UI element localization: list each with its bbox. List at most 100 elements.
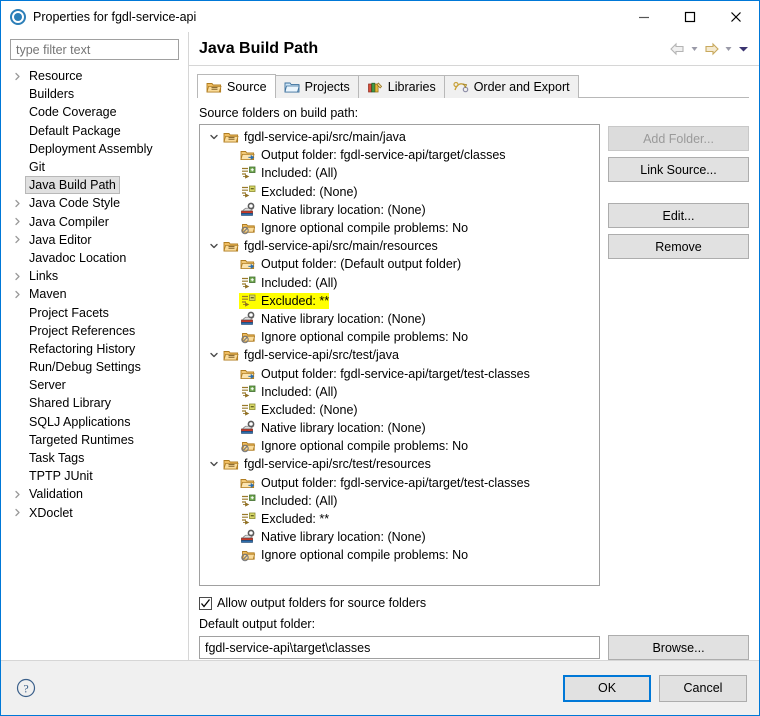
chevron-right-icon[interactable] [9,217,25,226]
source-attribute-row[interactable]: Native library location: (None) [200,528,599,546]
sidebar-item-java-code-style[interactable]: Java Code Style [1,194,188,212]
source-action-buttons: Add Folder... Link Source... Edit... Remove [608,124,749,586]
source-attribute-row[interactable]: Output folder: fgdl-service-api/target/t… [200,474,599,492]
ignore-problems-icon [239,547,257,563]
sidebar-item-server[interactable]: Server [1,376,188,394]
settings-nav-tree[interactable]: Resource Builders Code Coverage Default Pac… [1,64,188,660]
filter-input[interactable] [10,39,179,60]
source-attribute-row[interactable]: Output folder: fgdl-service-api/target/t… [200,364,599,382]
edit-button[interactable]: Edit... [608,203,749,228]
source-attribute-row[interactable]: Native library location: (None) [200,419,599,437]
source-attribute-row[interactable]: Included: (All) [200,164,599,182]
help-question-icon[interactable]: ? [16,678,36,698]
browse-button[interactable]: Browse... [608,635,749,660]
sidebar-item-task-tags[interactable]: Task Tags [1,449,188,467]
source-attribute-row[interactable]: Included: (All) [200,492,599,510]
chevron-down-icon[interactable] [205,459,222,469]
source-attribute-row[interactable]: Ignore optional compile problems: No [200,328,599,346]
row-content: Excluded: (None) [239,184,358,200]
sidebar-item-javadoc-location[interactable]: Javadoc Location [1,249,188,267]
allow-output-folders-checkbox[interactable] [199,596,212,610]
back-arrow-icon[interactable] [668,42,687,56]
minimize-button[interactable] [621,1,667,32]
chevron-right-icon[interactable] [9,235,25,244]
source-attribute-row[interactable]: Ignore optional compile problems: No [200,219,599,237]
ok-button[interactable]: OK [563,674,651,702]
source-attribute-row[interactable]: Excluded: (None) [200,183,599,201]
source-attribute-row[interactable]: Excluded: (None) [200,401,599,419]
default-output-folder-input[interactable] [199,636,600,659]
sidebar-item-deployment-assembly[interactable]: Deployment Assembly [1,140,188,158]
source-attribute-row[interactable]: Ignore optional compile problems: No [200,437,599,455]
sidebar-item-xdoclet[interactable]: XDoclet [1,504,188,522]
chevron-down-icon[interactable] [205,350,222,360]
chevron-right-icon[interactable] [9,272,25,281]
ignore-problems-icon [239,329,257,345]
row-content: Output folder: fgdl-service-api/target/t… [239,366,530,382]
sidebar-item-refactoring-history[interactable]: Refactoring History [1,340,188,358]
source-attribute-row[interactable]: Ignore optional compile problems: No [200,546,599,564]
chevron-right-icon[interactable] [9,490,25,499]
page-menu-chevron-down-filled-icon[interactable] [736,43,751,54]
sidebar-item-java-build-path[interactable]: Java Build Path [1,176,188,195]
sidebar-item-shared-library[interactable]: Shared Library [1,394,188,412]
close-button[interactable] [713,1,759,32]
source-attribute-row[interactable]: Excluded: ** [200,510,599,528]
allow-output-folders-row[interactable]: Allow output folders for source folders [199,593,749,613]
excluded-filter-icon [239,184,257,200]
source-attribute-row[interactable]: Native library location: (None) [200,310,599,328]
sidebar-item-code-coverage[interactable]: Code Coverage [1,103,188,121]
sidebar-item-tptp-junit[interactable]: TPTP JUnit [1,467,188,485]
chevron-down-icon[interactable] [205,241,222,251]
sidebar-item-targeted-runtimes[interactable]: Targeted Runtimes [1,431,188,449]
native-library-icon [239,311,257,327]
source-folders-tree[interactable]: fgdl-service-api/src/main/java Output fol… [199,124,600,586]
source-folder-row[interactable]: fgdl-service-api/src/main/resources [200,237,599,255]
link-source-button[interactable]: Link Source... [608,157,749,182]
sidebar-item-validation[interactable]: Validation [1,485,188,503]
tab-order-and-export[interactable]: Order and Export [443,75,579,98]
source-attribute-row[interactable]: Included: (All) [200,274,599,292]
tab-libraries[interactable]: Libraries [357,75,445,98]
sidebar-item-git[interactable]: Git [1,158,188,176]
sidebar-item-project-facets[interactable]: Project Facets [1,303,188,321]
source-folder-icon [222,129,240,145]
included-filter-icon [239,384,257,400]
forward-dropdown-chevron-down-icon[interactable] [722,43,735,54]
output-folder-icon [239,256,257,272]
row-content: Output folder: fgdl-service-api/target/c… [239,147,506,163]
excluded-filter-icon [239,293,257,309]
chevron-right-icon[interactable] [9,508,25,517]
cancel-button[interactable]: Cancel [659,674,747,702]
tab-source[interactable]: Source [197,74,276,99]
sidebar-item-java-editor[interactable]: Java Editor [1,231,188,249]
tab-projects[interactable]: Projects [274,75,359,98]
source-attribute-row[interactable]: Included: (All) [200,383,599,401]
chevron-right-icon[interactable] [9,72,25,81]
sidebar-item-project-references[interactable]: Project References [1,322,188,340]
sidebar-item-default-package[interactable]: Default Package [1,122,188,140]
sidebar-item-run-debug-settings[interactable]: Run/Debug Settings [1,358,188,376]
remove-button[interactable]: Remove [608,234,749,259]
sidebar-item-builders[interactable]: Builders [1,85,188,103]
source-attribute-row[interactable]: Output folder: fgdl-service-api/target/c… [200,146,599,164]
sidebar-item-maven[interactable]: Maven [1,285,188,303]
source-attribute-row[interactable]: Output folder: (Default output folder) [200,255,599,273]
forward-arrow-icon[interactable] [702,42,721,56]
sidebar-item-java-compiler[interactable]: Java Compiler [1,213,188,231]
sidebar-item-label: TPTP JUnit [29,469,93,484]
chevron-down-icon[interactable] [205,132,222,142]
source-attribute-row[interactable]: Excluded: ** [200,292,599,310]
back-dropdown-chevron-down-icon[interactable] [688,43,701,54]
source-folder-row[interactable]: fgdl-service-api/src/test/java [200,346,599,364]
sidebar-item-sqlj-applications[interactable]: SQLJ Applications [1,413,188,431]
maximize-button[interactable] [667,1,713,32]
chevron-right-icon[interactable] [9,199,25,208]
source-attribute-row[interactable]: Native library location: (None) [200,201,599,219]
row-content: Excluded: (None) [239,402,358,418]
sidebar-item-links[interactable]: Links [1,267,188,285]
sidebar-item-resource[interactable]: Resource [1,67,188,85]
chevron-right-icon[interactable] [9,290,25,299]
source-folder-row[interactable]: fgdl-service-api/src/test/resources [200,455,599,473]
source-folder-row[interactable]: fgdl-service-api/src/main/java [200,128,599,146]
